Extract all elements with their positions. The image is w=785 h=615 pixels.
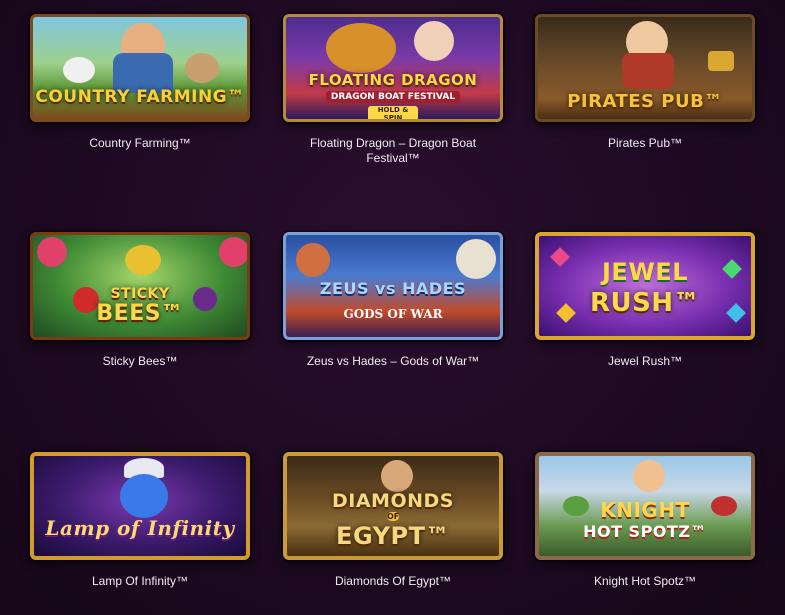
thumbnail-title-line2: EGYPT™ bbox=[336, 522, 450, 550]
treasure-chest bbox=[708, 51, 734, 71]
game-thumbnail[interactable]: FLOATING DRAGON DRAGON BOAT FESTIVAL HOL… bbox=[283, 14, 503, 122]
game-thumbnail[interactable]: Lamp of Infinity bbox=[30, 452, 250, 560]
game-thumbnail[interactable]: PIRATES PUB™ bbox=[535, 14, 755, 122]
game-thumbnail[interactable]: STICKY BEES™ bbox=[30, 232, 250, 340]
flower-left bbox=[37, 237, 67, 267]
flower-right bbox=[219, 237, 247, 267]
game-thumbnail[interactable]: KNIGHT HOT SPOTZ™ bbox=[535, 452, 755, 560]
thumbnail-badge: HOLD & SPIN bbox=[368, 106, 418, 119]
thumbnail-subtitle: DRAGON BOAT FESTIVAL bbox=[326, 91, 460, 103]
game-card-zeus-vs-hades[interactable]: ZEUS vs HADES GODS OF WAR Zeus vs Hades … bbox=[278, 232, 508, 369]
game-card-diamonds-of-egypt[interactable]: DIAMONDS OF EGYPT™ Diamonds Of Egypt™ bbox=[278, 452, 508, 589]
thumbnail-title: FLOATING DRAGON bbox=[308, 71, 478, 89]
zeus-figure bbox=[456, 239, 496, 279]
woman-figure bbox=[414, 21, 454, 61]
game-caption[interactable]: Sticky Bees™ bbox=[25, 354, 255, 369]
thumbnail-title: ZEUS vs HADES bbox=[319, 279, 467, 298]
thumbnail-title-line2: HOT SPOTZ™ bbox=[583, 522, 707, 541]
game-caption[interactable]: Jewel Rush™ bbox=[530, 354, 760, 369]
genie-figure bbox=[120, 474, 168, 518]
game-caption[interactable]: Knight Hot Spotz™ bbox=[530, 574, 760, 589]
thumbnail-title: JEWEL bbox=[602, 258, 688, 286]
game-thumbnail[interactable]: COUNTRY FARMING™ bbox=[30, 14, 250, 122]
cow-figure bbox=[185, 53, 219, 83]
game-thumbnail[interactable]: DIAMONDS OF EGYPT™ bbox=[283, 452, 503, 560]
explorer-figure bbox=[381, 460, 413, 492]
thumbnail-title: KNIGHT bbox=[600, 498, 690, 522]
thumbnail-title: COUNTRY FARMING™ bbox=[35, 87, 245, 107]
game-caption[interactable]: Lamp Of Infinity™ bbox=[25, 574, 255, 589]
game-caption[interactable]: Country Farming™ bbox=[25, 136, 255, 151]
game-thumbnail[interactable]: ZEUS vs HADES GODS OF WAR bbox=[283, 232, 503, 340]
bee-figure bbox=[125, 245, 161, 275]
game-caption[interactable]: Floating Dragon – Dragon Boat Festival™ bbox=[278, 136, 508, 166]
pirate-body bbox=[622, 53, 674, 89]
thumbnail-subtitle: GODS OF WAR bbox=[343, 307, 443, 321]
game-card-lamp-of-infinity[interactable]: Lamp of Infinity Lamp Of Infinity™ bbox=[25, 452, 255, 589]
game-card-knight-hot-spotz[interactable]: KNIGHT HOT SPOTZ™ Knight Hot Spotz™ bbox=[530, 452, 760, 589]
thumbnail-title: STICKY bbox=[110, 286, 170, 302]
game-card-sticky-bees[interactable]: STICKY BEES™ Sticky Bees™ bbox=[25, 232, 255, 369]
game-card-country-farming[interactable]: COUNTRY FARMING™ Country Farming™ bbox=[25, 14, 255, 151]
game-card-pirates-pub[interactable]: PIRATES PUB™ Pirates Pub™ bbox=[530, 14, 760, 151]
game-card-jewel-rush[interactable]: JEWEL RUSH™ Jewel Rush™ bbox=[530, 232, 760, 369]
game-caption[interactable]: Diamonds Of Egypt™ bbox=[278, 574, 508, 589]
game-caption[interactable]: Pirates Pub™ bbox=[530, 136, 760, 151]
thumbnail-title: Lamp of Infinity bbox=[45, 516, 235, 540]
thumbnail-title: DIAMONDS bbox=[332, 490, 454, 512]
game-caption[interactable]: Zeus vs Hades – Gods of War™ bbox=[278, 354, 508, 369]
game-grid: COUNTRY FARMING™ Country Farming™ FLOATI… bbox=[0, 0, 785, 615]
thumbnail-title-line2: RUSH™ bbox=[589, 288, 701, 318]
thumbnail-title-line2: BEES™ bbox=[96, 301, 184, 326]
game-thumbnail[interactable]: JEWEL RUSH™ bbox=[535, 232, 755, 340]
game-card-floating-dragon[interactable]: FLOATING DRAGON DRAGON BOAT FESTIVAL HOL… bbox=[278, 14, 508, 166]
sheep-figure bbox=[63, 57, 95, 83]
hades-figure bbox=[296, 243, 330, 277]
dragon-figure bbox=[326, 23, 396, 73]
thumbnail-subtitle: OF bbox=[387, 512, 400, 521]
thumbnail-title: PIRATES PUB™ bbox=[567, 91, 723, 112]
knight-figure bbox=[633, 460, 665, 492]
